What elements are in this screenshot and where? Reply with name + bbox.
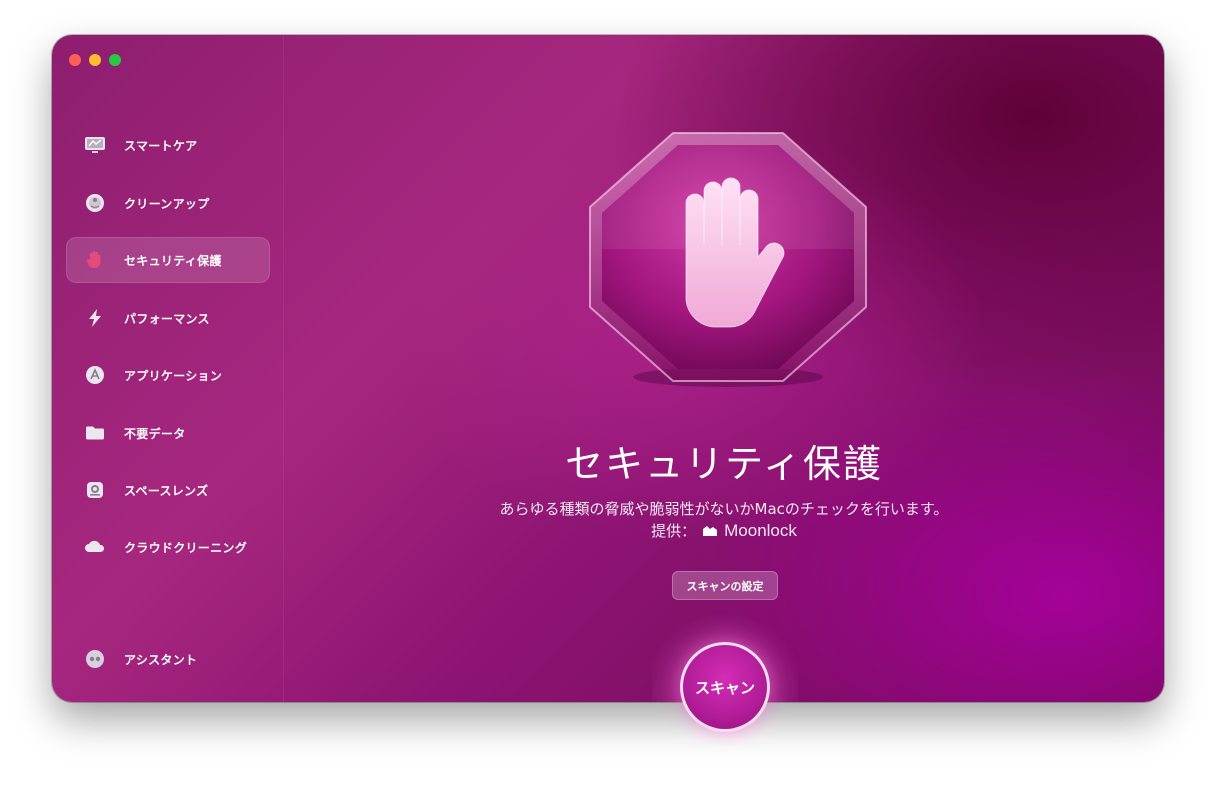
app-window: スマートケア クリーンアップ セキュリティ保護 パフォーマンス アプリケーション…	[52, 35, 1164, 702]
hand-icon	[82, 247, 108, 273]
sidebar-item-performance[interactable]: パフォーマンス	[66, 295, 270, 341]
assistant-icon	[82, 646, 108, 672]
scan-button-label: スキャン	[694, 678, 755, 697]
sidebar-item-applications[interactable]: アプリケーション	[66, 352, 270, 398]
sidebar-item-cloud-cleaning[interactable]: クラウドクリーニング	[66, 524, 270, 570]
sidebar-item-smart-care[interactable]: スマートケア	[66, 122, 270, 168]
security-hero-illustration	[578, 129, 878, 399]
page-title: セキュリティ保護	[565, 442, 883, 486]
scan-button[interactable]: スキャン	[680, 642, 770, 732]
cleanup-icon	[82, 190, 108, 216]
lightning-icon	[82, 305, 108, 331]
moonlock-brand: Moonlock	[702, 521, 797, 541]
sidebar-item-security[interactable]: セキュリティ保護	[66, 237, 270, 283]
sidebar-item-label: スマートケア	[124, 138, 198, 153]
sidebar-item-label: アシスタント	[124, 652, 198, 667]
cloud-icon	[82, 534, 108, 560]
sidebar-item-label: クリーンアップ	[124, 196, 210, 211]
sidebar-item-assistant[interactable]: アシスタント	[66, 636, 270, 682]
sidebar: スマートケア クリーンアップ セキュリティ保護 パフォーマンス アプリケーション…	[52, 35, 284, 702]
sidebar-item-unneeded-data[interactable]: 不要データ	[66, 410, 270, 456]
provider-prefix: 提供：	[651, 522, 697, 540]
smart-care-icon	[82, 132, 108, 158]
sidebar-item-space-lens[interactable]: スペースレンズ	[66, 467, 270, 513]
sidebar-item-label: パフォーマンス	[124, 311, 210, 326]
provider-name: Moonlock	[724, 520, 797, 540]
sidebar-item-label: スペースレンズ	[124, 483, 209, 498]
sidebar-item-label: 不要データ	[124, 426, 186, 441]
folder-icon	[82, 420, 108, 446]
provider-line: 提供： Moonlock	[284, 520, 1164, 541]
space-lens-icon	[82, 477, 108, 503]
sidebar-item-cleanup[interactable]: クリーンアップ	[66, 180, 270, 226]
sidebar-item-label: アプリケーション	[124, 368, 223, 383]
page-description: あらゆる種類の脅威や脆弱性がないかMacのチェックを行います。	[499, 500, 949, 518]
sidebar-item-label: クラウドクリーニング	[124, 540, 248, 555]
moonlock-logo-icon	[703, 525, 718, 536]
applications-icon	[82, 362, 108, 388]
sidebar-item-label: セキュリティ保護	[124, 253, 222, 268]
